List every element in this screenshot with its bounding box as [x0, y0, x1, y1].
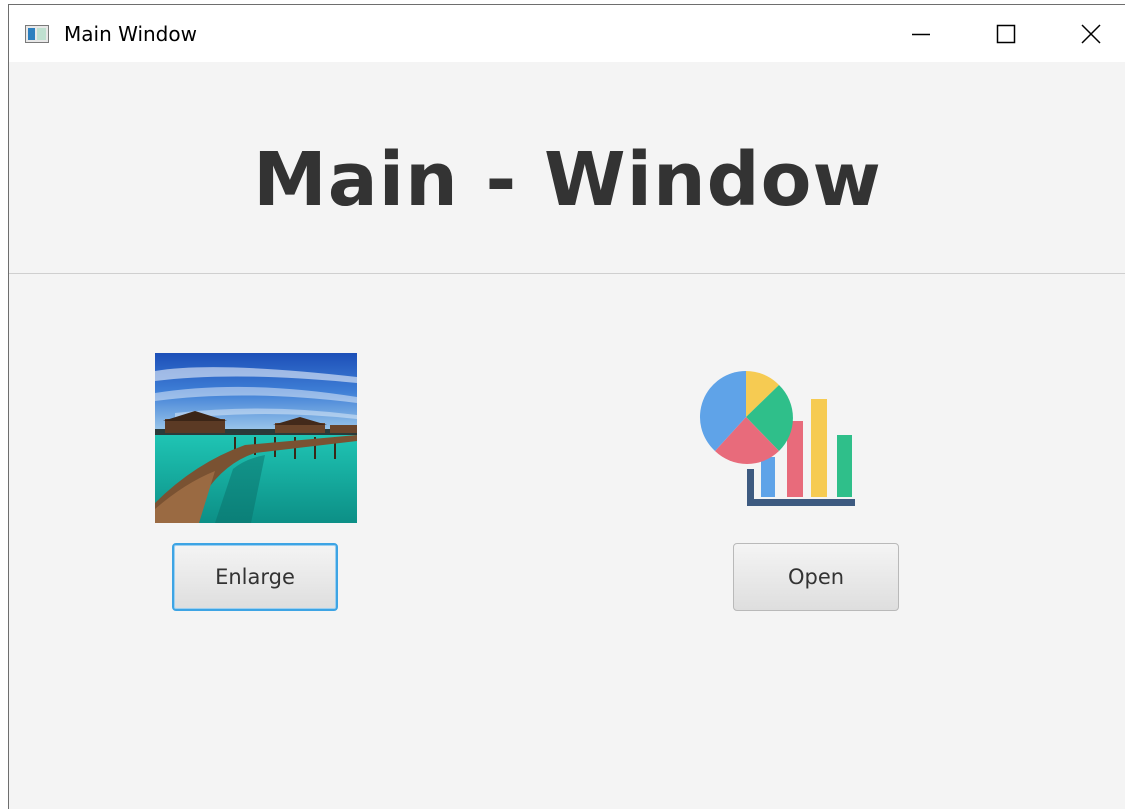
boardwalk-photo: [155, 353, 357, 523]
maximize-button[interactable]: [971, 5, 1041, 62]
enlarge-button[interactable]: Enlarge: [172, 543, 338, 611]
close-button[interactable]: [1056, 5, 1125, 62]
minimize-button[interactable]: [886, 5, 956, 62]
maximize-icon: [996, 24, 1016, 43]
header-divider: [9, 273, 1125, 274]
close-icon: [1081, 23, 1101, 44]
open-button[interactable]: Open: [733, 543, 899, 611]
window-title: Main Window: [64, 22, 197, 46]
app-window-icon: [25, 25, 49, 43]
page-heading: Main - Window: [253, 137, 882, 223]
minimize-icon: [912, 33, 930, 35]
main-window: Main Window Main - Window Enlarge Open: [8, 4, 1125, 809]
pie-bar-chart-icon: [699, 371, 855, 506]
title-bar[interactable]: Main Window: [9, 5, 1125, 62]
